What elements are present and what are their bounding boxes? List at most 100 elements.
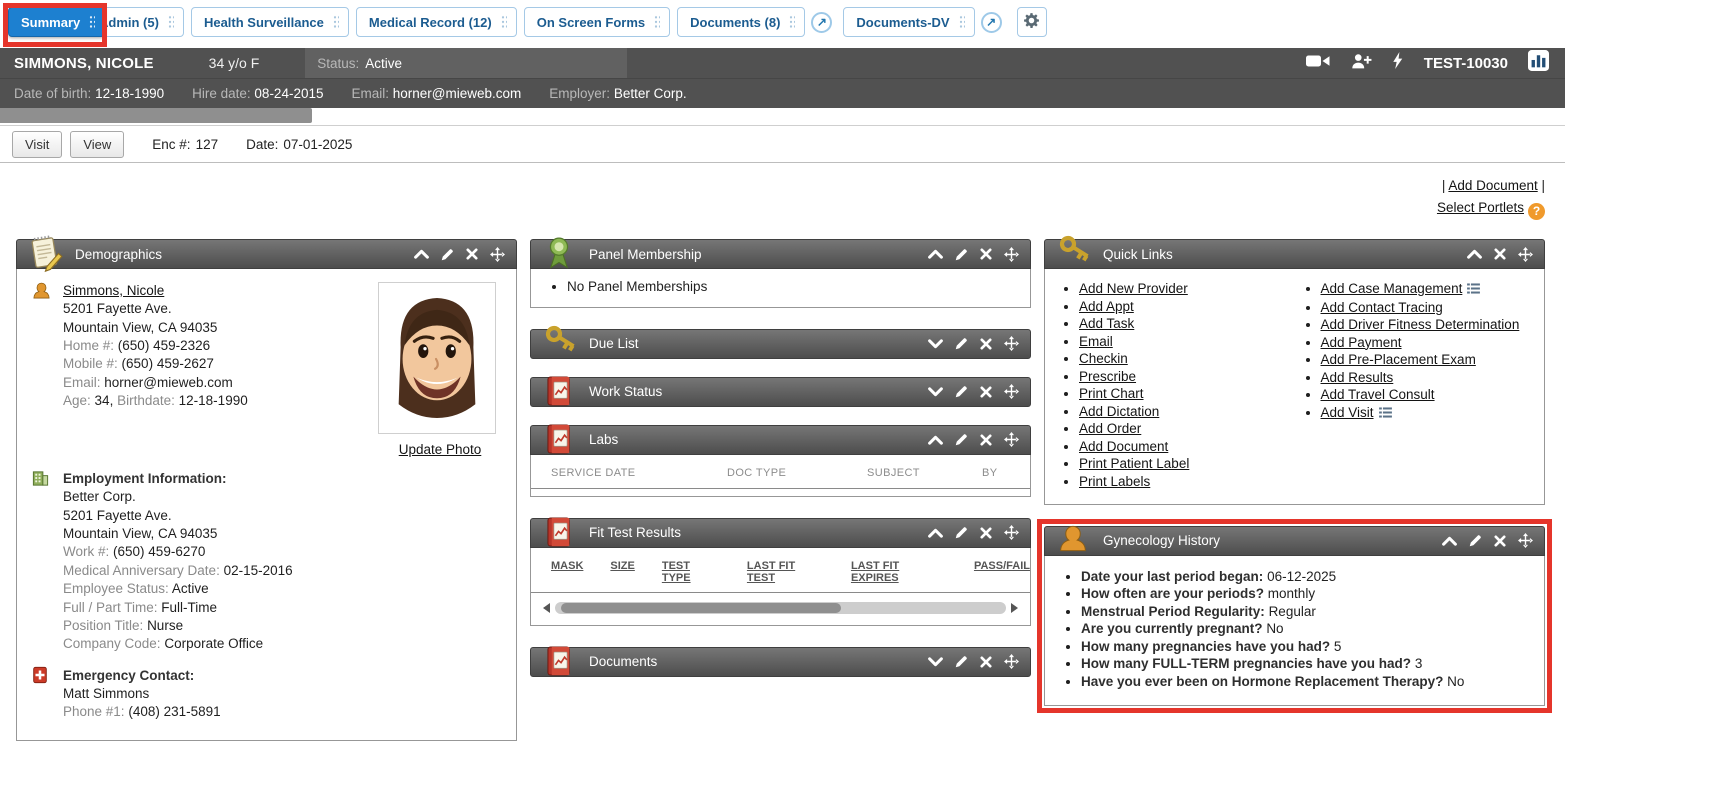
tab-summary[interactable]: Summary (8, 7, 105, 37)
patient-name-link[interactable]: Simmons, Nicole (63, 283, 164, 298)
collapse-toggle-icon[interactable] (928, 657, 943, 667)
person-icon (31, 281, 55, 457)
close-icon[interactable] (980, 248, 992, 260)
quick-link[interactable]: Add Driver Fitness Determination (1321, 317, 1520, 332)
move-handle-icon[interactable] (1004, 654, 1019, 669)
column-header[interactable]: PASS/FAIL (974, 560, 1030, 584)
tab-drag-handle (89, 15, 95, 29)
quick-link[interactable]: Email (1079, 334, 1113, 349)
quick-link[interactable]: Prescribe (1079, 369, 1136, 384)
quick-link[interactable]: Add Case Management (1321, 281, 1463, 296)
add-document-link[interactable]: Add Document (1448, 178, 1537, 193)
edit-icon[interactable] (955, 433, 968, 446)
quick-link[interactable]: Print Patient Label (1079, 456, 1189, 471)
header-scrollbar[interactable] (0, 108, 312, 123)
edit-icon[interactable] (955, 655, 968, 668)
collapse-toggle-icon[interactable] (1442, 536, 1457, 546)
portlet-due-list: Due List (530, 329, 1031, 359)
column-header[interactable]: TEST TYPE (662, 560, 720, 584)
edit-icon[interactable] (955, 385, 968, 398)
quick-link[interactable]: Print Chart (1079, 386, 1144, 401)
move-handle-icon[interactable] (1004, 525, 1019, 540)
view-button[interactable]: View (70, 131, 124, 158)
quick-link[interactable]: Add Pre-Placement Exam (1321, 352, 1476, 367)
quick-link[interactable]: Add Document (1079, 439, 1168, 454)
quick-link[interactable]: Add Order (1079, 421, 1141, 436)
quick-link[interactable]: Add New Provider (1079, 281, 1188, 296)
edit-icon[interactable] (955, 248, 968, 261)
scrollbar-thumb[interactable] (561, 603, 841, 613)
quick-link[interactable]: Add Payment (1321, 335, 1402, 350)
collapse-toggle-icon[interactable] (1467, 249, 1482, 259)
edit-icon[interactable] (1469, 534, 1482, 547)
collapse-toggle-icon[interactable] (928, 339, 943, 349)
tab-health-surveillance[interactable]: Health Surveillance (191, 7, 349, 37)
open-in-new-window-icon[interactable]: ↗ (981, 12, 1002, 33)
tab-settings-button[interactable] (1017, 7, 1047, 37)
close-icon[interactable] (980, 527, 992, 539)
move-handle-icon[interactable] (1518, 247, 1533, 262)
close-icon[interactable] (1494, 535, 1506, 547)
quick-link[interactable]: Add Task (1079, 316, 1134, 331)
add-person-icon[interactable] (1350, 53, 1372, 74)
quick-link[interactable]: Print Labels (1079, 474, 1150, 489)
visit-button[interactable]: Visit (12, 131, 62, 158)
date-value: 07-01-2025 (283, 137, 352, 152)
collapse-toggle-icon[interactable] (928, 528, 943, 538)
close-icon[interactable] (1494, 248, 1506, 260)
column-header[interactable]: LAST FIT EXPIRES (851, 560, 947, 584)
move-handle-icon[interactable] (1518, 533, 1533, 548)
list-menu-icon[interactable] (1379, 405, 1392, 423)
portlet-title: Fit Test Results (589, 525, 681, 540)
column-header[interactable]: SIZE (610, 560, 634, 584)
chart-stats-icon[interactable] (1528, 50, 1549, 76)
move-handle-icon[interactable] (1004, 432, 1019, 447)
help-icon[interactable]: ? (1528, 203, 1545, 220)
badge-icon (539, 233, 579, 273)
scroll-right-arrow-icon[interactable] (1011, 603, 1018, 613)
collapse-toggle-icon[interactable] (928, 249, 943, 259)
quick-link[interactable]: Add Dictation (1079, 404, 1159, 419)
video-camera-icon[interactable] (1306, 53, 1330, 74)
collapse-toggle-icon[interactable] (414, 249, 429, 259)
quick-link[interactable]: Add Appt (1079, 299, 1134, 314)
horizontal-scrollbar[interactable] (543, 602, 1018, 614)
close-icon[interactable] (980, 338, 992, 350)
edit-icon[interactable] (955, 337, 968, 350)
close-icon[interactable] (980, 386, 992, 398)
quick-link[interactable]: Add Visit (1321, 405, 1374, 420)
answer-value: No (1447, 674, 1464, 689)
move-handle-icon[interactable] (1004, 247, 1019, 262)
select-portlets-link[interactable]: Select Portlets (1437, 200, 1524, 215)
close-icon[interactable] (466, 248, 478, 260)
quick-link[interactable]: Checkin (1079, 351, 1128, 366)
collapse-toggle-icon[interactable] (928, 387, 943, 397)
tab-on-screen-forms[interactable]: On Screen Forms (524, 7, 670, 37)
move-handle-icon[interactable] (1004, 384, 1019, 399)
close-icon[interactable] (980, 656, 992, 668)
move-handle-icon[interactable] (490, 247, 505, 262)
edit-icon[interactable] (955, 526, 968, 539)
open-in-new-window-icon[interactable]: ↗ (811, 12, 832, 33)
scrollbar-track[interactable] (555, 602, 1006, 614)
tab-medical-record-12[interactable]: Medical Record (12) (356, 7, 517, 37)
column-header[interactable]: LAST FIT TEST (747, 560, 824, 584)
answer-value: No (1266, 621, 1283, 636)
quick-link[interactable]: Add Travel Consult (1321, 387, 1435, 402)
tab-documents-8[interactable]: Documents (8) (677, 7, 805, 37)
move-handle-icon[interactable] (1004, 336, 1019, 351)
quick-action-lightning-icon[interactable] (1392, 52, 1404, 74)
collapse-toggle-icon[interactable] (928, 435, 943, 445)
quick-link[interactable]: Add Contact Tracing (1321, 300, 1443, 315)
portlet-controls (928, 336, 1030, 351)
list-menu-icon[interactable] (1467, 281, 1480, 299)
quick-link[interactable]: Add Results (1321, 370, 1394, 385)
question-label: How many FULL-TERM pregnancies have you … (1081, 656, 1411, 671)
scroll-left-arrow-icon[interactable] (543, 603, 550, 613)
update-photo-link[interactable]: Update Photo (399, 442, 482, 457)
tab-documents-dv[interactable]: Documents-DV (843, 7, 974, 37)
quick-link-item: Add Pre-Placement Exam (1321, 351, 1537, 369)
column-header[interactable]: MASK (551, 560, 583, 584)
edit-icon[interactable] (441, 248, 454, 261)
close-icon[interactable] (980, 434, 992, 446)
